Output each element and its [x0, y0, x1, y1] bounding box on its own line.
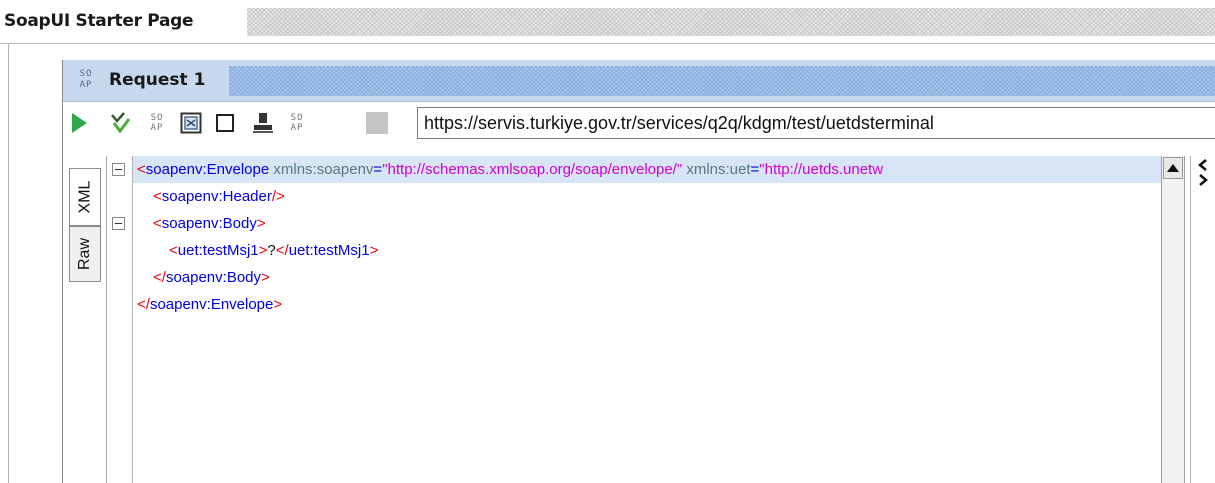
user-icon[interactable]	[251, 111, 275, 135]
tab-raw[interactable]: Raw	[69, 226, 101, 282]
splitter-line	[1190, 156, 1191, 483]
validate-icon[interactable]	[109, 111, 133, 135]
request-header-filler	[229, 66, 1215, 96]
fold-gutter	[107, 156, 133, 483]
checkbox-icon[interactable]	[213, 111, 237, 135]
code-line-4: <uet:testMsj1>?</uet:testMsj1>	[169, 242, 379, 259]
tab-raw-label: Raw	[76, 237, 94, 271]
code-line-3: <soapenv:Body>	[153, 215, 266, 232]
vertical-scrollbar[interactable]	[1161, 156, 1185, 483]
fold-toggle-envelope[interactable]	[112, 163, 125, 176]
code-line-5: </soapenv:Body>	[153, 269, 270, 286]
code-line-6: </soapenv:Envelope>	[137, 296, 283, 313]
soap-icon[interactable]: SO AP	[145, 111, 169, 135]
soap-icon[interactable]: SO AP	[285, 111, 309, 135]
request-header: SO AP Request 1	[63, 60, 1215, 102]
editor-view-tabs: XML Raw	[63, 156, 107, 483]
request-title: Request 1	[109, 70, 206, 90]
code-line-1: <soapenv:Envelope xmlns:soapenv="http://…	[133, 156, 1161, 183]
panel-divider	[8, 44, 9, 483]
stop-icon[interactable]	[365, 111, 389, 135]
tab-xml[interactable]: XML	[69, 168, 101, 226]
triangle-up-icon	[1167, 164, 1179, 172]
endpoint-url-field[interactable]: https://servis.turkiye.gov.tr/services/q…	[417, 107, 1215, 139]
xml-code[interactable]: <soapenv:Envelope xmlns:soapenv="http://…	[133, 156, 1161, 483]
fold-toggle-body[interactable]	[112, 217, 125, 230]
format-icon[interactable]	[179, 111, 203, 135]
collapse-arrows-icon[interactable]	[1196, 158, 1212, 188]
starter-page-tab-bar: SoapUI Starter Page	[0, 0, 1215, 44]
xml-editor-area: XML Raw <soapenv:Envelope xmlns:soapenv=…	[63, 156, 1215, 483]
tab-bar-filler	[247, 8, 1215, 36]
soap-icon-bottom: AP	[79, 80, 93, 90]
code-line-2: <soapenv:Header/>	[153, 188, 285, 205]
response-splitter	[1185, 156, 1215, 483]
scroll-up-button[interactable]	[1163, 157, 1183, 179]
tab-xml-label: XML	[76, 180, 93, 214]
request-panel: SO AP Request 1 SO AP SO AP https://serv…	[62, 60, 1215, 483]
starter-page-tab[interactable]: SoapUI Starter Page	[4, 11, 194, 31]
soap-request-icon: SO AP	[75, 69, 97, 93]
soap-icon-top: SO	[79, 69, 93, 79]
play-icon[interactable]	[67, 111, 91, 135]
request-toolbar: SO AP SO AP https://servis.turkiye.gov.t…	[63, 102, 1215, 142]
